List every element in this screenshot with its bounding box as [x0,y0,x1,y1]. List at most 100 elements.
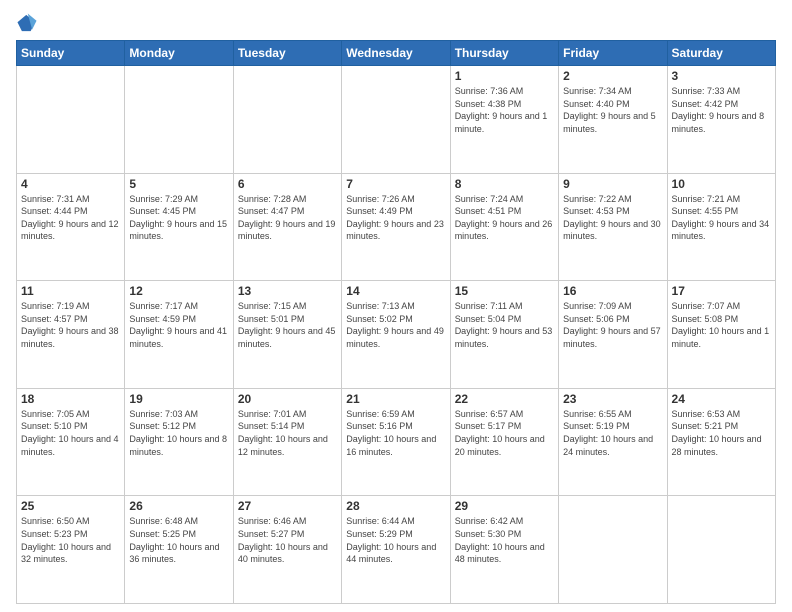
calendar-cell: 6 Sunrise: 7:28 AM Sunset: 4:47 PM Daylig… [233,173,341,281]
day-of-week-thursday: Thursday [450,41,558,66]
day-of-week-tuesday: Tuesday [233,41,341,66]
calendar-cell: 2 Sunrise: 7:34 AM Sunset: 4:40 PM Daylig… [559,66,667,174]
week-row-3: 18 Sunrise: 7:05 AM Sunset: 5:10 PM Dayli… [17,388,776,496]
calendar-cell [559,496,667,604]
calendar-cell: 17Sunrise: 7:07 AM Sunset: 5:08 PM Dayli… [667,281,775,389]
day-info: Sunrise: 7:19 AM Sunset: 4:57 PM Dayligh… [21,300,120,350]
day-number: 10 [672,177,771,191]
day-info: Sunrise: 6:55 AM Sunset: 5:19 PM Dayligh… [563,408,662,458]
day-info: Sunrise: 7:24 AM Sunset: 4:51 PM Dayligh… [455,193,554,243]
calendar-cell: 14Sunrise: 7:13 AM Sunset: 5:02 PM Dayli… [342,281,450,389]
day-info: Sunrise: 7:28 AM Sunset: 4:47 PM Dayligh… [238,193,337,243]
day-number: 9 [563,177,662,191]
calendar-cell: 27 Sunrise: 6:46 AM Sunset: 5:27 PM Dayli… [233,496,341,604]
day-info: Sunrise: 7:01 AM Sunset: 5:14 PM Dayligh… [238,408,337,458]
calendar-cell: 18 Sunrise: 7:05 AM Sunset: 5:10 PM Dayli… [17,388,125,496]
calendar-cell [125,66,233,174]
day-of-week-monday: Monday [125,41,233,66]
calendar-cell: 23 Sunrise: 6:55 AM Sunset: 5:19 PM Dayli… [559,388,667,496]
calendar-cell: 15Sunrise: 7:11 AM Sunset: 5:04 PM Dayli… [450,281,558,389]
calendar-table: SundayMondayTuesdayWednesdayThursdayFrid… [16,40,776,604]
header [16,12,776,34]
day-info: Sunrise: 7:17 AM Sunset: 4:59 PM Dayligh… [129,300,228,350]
day-number: 29 [455,499,554,513]
calendar-cell: 9 Sunrise: 7:22 AM Sunset: 4:53 PM Daylig… [559,173,667,281]
calendar-header: SundayMondayTuesdayWednesdayThursdayFrid… [17,41,776,66]
day-number: 23 [563,392,662,406]
day-info: Sunrise: 6:59 AM Sunset: 5:16 PM Dayligh… [346,408,445,458]
day-of-week-wednesday: Wednesday [342,41,450,66]
calendar-cell: 8 Sunrise: 7:24 AM Sunset: 4:51 PM Daylig… [450,173,558,281]
day-number: 2 [563,69,662,83]
calendar-cell: 24Sunrise: 6:53 AM Sunset: 5:21 PM Dayli… [667,388,775,496]
day-number: 15 [455,284,554,298]
calendar-cell: 12 Sunrise: 7:17 AM Sunset: 4:59 PM Dayli… [125,281,233,389]
day-number: 19 [129,392,228,406]
week-row-4: 25 Sunrise: 6:50 AM Sunset: 5:23 PM Dayli… [17,496,776,604]
calendar-cell: 5 Sunrise: 7:29 AM Sunset: 4:45 PM Daylig… [125,173,233,281]
day-number: 14 [346,284,445,298]
calendar-cell: 19 Sunrise: 7:03 AM Sunset: 5:12 PM Dayli… [125,388,233,496]
day-info: Sunrise: 7:09 AM Sunset: 5:06 PM Dayligh… [563,300,662,350]
calendar-body: 1 Sunrise: 7:36 AM Sunset: 4:38 PM Daylig… [17,66,776,604]
week-row-2: 11 Sunrise: 7:19 AM Sunset: 4:57 PM Dayli… [17,281,776,389]
day-number: 3 [672,69,771,83]
day-number: 20 [238,392,337,406]
day-number: 22 [455,392,554,406]
day-number: 6 [238,177,337,191]
logo-icon [16,12,38,34]
calendar-cell: 1 Sunrise: 7:36 AM Sunset: 4:38 PM Daylig… [450,66,558,174]
day-info: Sunrise: 7:03 AM Sunset: 5:12 PM Dayligh… [129,408,228,458]
calendar-cell: 4Sunrise: 7:31 AM Sunset: 4:44 PM Daylig… [17,173,125,281]
calendar-cell [342,66,450,174]
page: SundayMondayTuesdayWednesdayThursdayFrid… [0,0,792,612]
calendar-cell: 28Sunrise: 6:44 AM Sunset: 5:29 PM Dayli… [342,496,450,604]
week-row-0: 1 Sunrise: 7:36 AM Sunset: 4:38 PM Daylig… [17,66,776,174]
day-number: 5 [129,177,228,191]
calendar-cell [233,66,341,174]
day-info: Sunrise: 7:29 AM Sunset: 4:45 PM Dayligh… [129,193,228,243]
day-info: Sunrise: 7:05 AM Sunset: 5:10 PM Dayligh… [21,408,120,458]
day-info: Sunrise: 6:42 AM Sunset: 5:30 PM Dayligh… [455,515,554,565]
day-number: 18 [21,392,120,406]
day-info: Sunrise: 6:46 AM Sunset: 5:27 PM Dayligh… [238,515,337,565]
day-info: Sunrise: 6:48 AM Sunset: 5:25 PM Dayligh… [129,515,228,565]
day-number: 8 [455,177,554,191]
calendar-cell: 25 Sunrise: 6:50 AM Sunset: 5:23 PM Dayli… [17,496,125,604]
calendar-cell: 13 Sunrise: 7:15 AM Sunset: 5:01 PM Dayli… [233,281,341,389]
day-info: Sunrise: 7:36 AM Sunset: 4:38 PM Dayligh… [455,85,554,135]
calendar-cell: 7 Sunrise: 7:26 AM Sunset: 4:49 PM Daylig… [342,173,450,281]
day-info: Sunrise: 7:21 AM Sunset: 4:55 PM Dayligh… [672,193,771,243]
day-info: Sunrise: 7:26 AM Sunset: 4:49 PM Dayligh… [346,193,445,243]
calendar-cell: 26 Sunrise: 6:48 AM Sunset: 5:25 PM Dayli… [125,496,233,604]
day-number: 16 [563,284,662,298]
day-info: Sunrise: 6:50 AM Sunset: 5:23 PM Dayligh… [21,515,120,565]
day-number: 24 [672,392,771,406]
day-number: 21 [346,392,445,406]
calendar-cell: 11 Sunrise: 7:19 AM Sunset: 4:57 PM Dayli… [17,281,125,389]
calendar-cell: 29 Sunrise: 6:42 AM Sunset: 5:30 PM Dayli… [450,496,558,604]
day-number: 26 [129,499,228,513]
calendar-cell: 20 Sunrise: 7:01 AM Sunset: 5:14 PM Dayli… [233,388,341,496]
day-info: Sunrise: 7:33 AM Sunset: 4:42 PM Dayligh… [672,85,771,135]
day-number: 13 [238,284,337,298]
calendar-cell: 16 Sunrise: 7:09 AM Sunset: 5:06 PM Dayli… [559,281,667,389]
day-number: 25 [21,499,120,513]
day-of-week-sunday: Sunday [17,41,125,66]
day-number: 1 [455,69,554,83]
day-info: Sunrise: 7:15 AM Sunset: 5:01 PM Dayligh… [238,300,337,350]
calendar-cell: 10 Sunrise: 7:21 AM Sunset: 4:55 PM Dayli… [667,173,775,281]
day-number: 27 [238,499,337,513]
day-number: 12 [129,284,228,298]
day-info: Sunrise: 7:34 AM Sunset: 4:40 PM Dayligh… [563,85,662,135]
days-of-week-row: SundayMondayTuesdayWednesdayThursdayFrid… [17,41,776,66]
day-info: Sunrise: 6:44 AM Sunset: 5:29 PM Dayligh… [346,515,445,565]
calendar-cell: 3 Sunrise: 7:33 AM Sunset: 4:42 PM Daylig… [667,66,775,174]
day-of-week-saturday: Saturday [667,41,775,66]
day-info: Sunrise: 7:22 AM Sunset: 4:53 PM Dayligh… [563,193,662,243]
day-number: 11 [21,284,120,298]
calendar-cell: 22Sunrise: 6:57 AM Sunset: 5:17 PM Dayli… [450,388,558,496]
calendar-cell [17,66,125,174]
day-number: 7 [346,177,445,191]
logo [16,12,42,34]
